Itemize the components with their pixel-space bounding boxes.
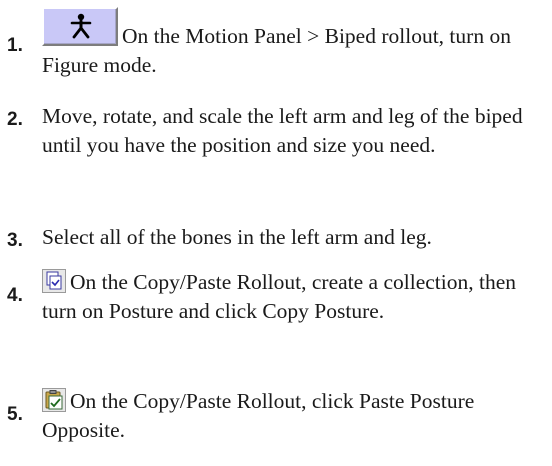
step-number: 2.: [7, 109, 23, 130]
step-number: 3.: [7, 230, 23, 251]
step-text: Select all of the bones in the left arm …: [42, 225, 432, 249]
copy-posture-icon: [42, 269, 66, 293]
step-text: On the Copy/Paste Rollout, create a coll…: [42, 269, 517, 323]
step-5: 5. On the Copy/Paste Rollout, click Past…: [0, 0, 552, 442]
step-number: 4.: [7, 285, 23, 306]
step-text: Move, rotate, and scale the left arm and…: [42, 104, 523, 157]
paste-posture-opposite-icon: [42, 388, 66, 412]
step-number: 1.: [7, 35, 23, 56]
step-number: 5.: [7, 404, 23, 425]
step-text: On the Copy/Paste Rollout, click Paste P…: [42, 388, 475, 442]
